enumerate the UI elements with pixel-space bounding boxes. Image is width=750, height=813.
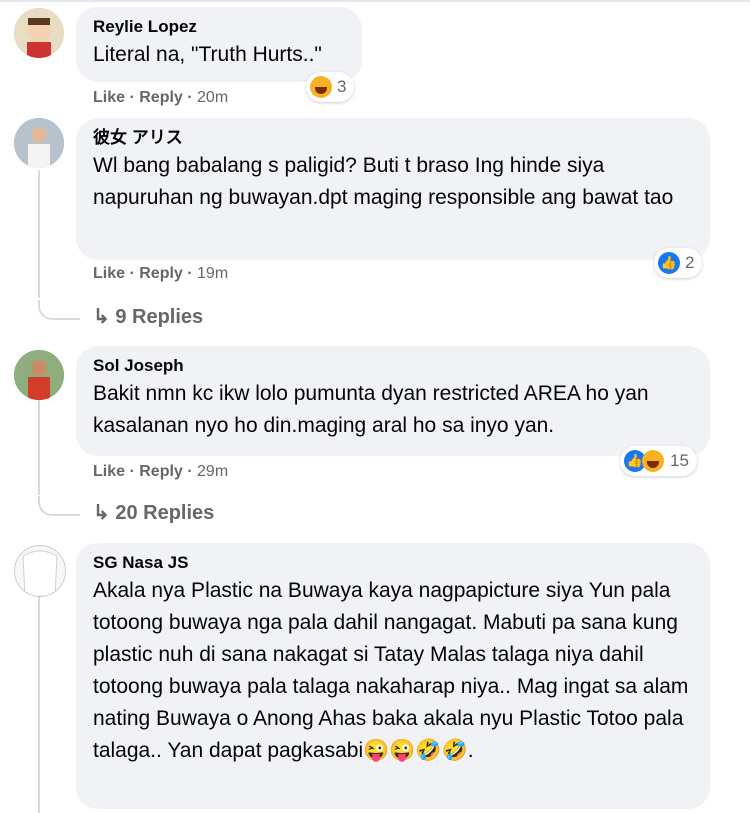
- view-replies-link[interactable]: ↳ 9 Replies: [93, 304, 203, 329]
- timestamp[interactable]: 20m: [197, 89, 228, 106]
- replies-label: 9 Replies: [115, 306, 204, 328]
- reaction-count: 15: [670, 451, 689, 470]
- like-link[interactable]: Like: [93, 89, 125, 106]
- comment-author[interactable]: Sol Joseph: [93, 356, 693, 376]
- haha-icon: [310, 76, 332, 98]
- haha-icon: [642, 450, 664, 472]
- reaction-count: 2: [685, 253, 695, 272]
- comment-bubble: 彼女 アリス Wl bang babalang s paligid? Buti …: [76, 118, 710, 260]
- view-replies-link[interactable]: ↳ 20 Replies: [93, 500, 214, 525]
- timestamp[interactable]: 19m: [197, 265, 228, 282]
- reply-link[interactable]: Reply: [139, 89, 183, 106]
- reaction-summary[interactable]: 3: [306, 72, 355, 102]
- reply-arrow-icon: ↳: [93, 306, 110, 328]
- like-link[interactable]: Like: [93, 463, 125, 480]
- avatar-default-icon: [15, 546, 65, 596]
- comment-bubble: Sol Joseph Bakit nmn kc ikw lolo pumunta…: [76, 346, 710, 456]
- reply-arrow-icon: ↳: [93, 502, 110, 524]
- avatar-photo-icon: [14, 118, 64, 168]
- avatar[interactable]: [14, 8, 64, 58]
- comment-bubble: Reylie Lopez Literal na, "Truth Hurts..": [76, 7, 362, 82]
- thread-line: [38, 596, 40, 813]
- avatar-photo-icon: [14, 350, 64, 400]
- thread-line: [38, 170, 40, 298]
- comment-author[interactable]: 彼女 アリス: [93, 128, 693, 148]
- comment-actions: Like · Reply · 19m: [93, 265, 229, 282]
- comment-actions: Like · Reply · 29m: [93, 463, 229, 480]
- thread-connector: [38, 496, 80, 516]
- comment-bubble: SG Nasa JS Akala nya Plastic na Buwaya k…: [76, 543, 710, 809]
- like-icon: 👍: [658, 252, 680, 274]
- reply-link[interactable]: Reply: [139, 463, 183, 480]
- reaction-count: 3: [337, 77, 347, 96]
- comment-text: Akala nya Plastic na Buwaya kaya nagpapi…: [93, 579, 689, 762]
- thread-connector: [38, 300, 80, 320]
- reply-link[interactable]: Reply: [139, 265, 183, 282]
- comment-author[interactable]: Reylie Lopez: [93, 17, 345, 37]
- comment-text: Wl bang babalang s paligid? Buti t braso…: [93, 154, 674, 209]
- comment-actions: Like · Reply · 20m: [93, 89, 229, 106]
- reaction-summary[interactable]: 👍 2: [654, 248, 703, 278]
- comment-text: Literal na, "Truth Hurts..": [93, 43, 322, 66]
- avatar[interactable]: [14, 350, 64, 400]
- timestamp[interactable]: 29m: [197, 463, 228, 480]
- like-link[interactable]: Like: [93, 265, 125, 282]
- comment-text: Bakit nmn kc ikw lolo pumunta dyan restr…: [93, 382, 649, 437]
- avatar[interactable]: [14, 545, 66, 597]
- reaction-summary[interactable]: 👍 15: [620, 446, 697, 476]
- avatar-cartoon-icon: [14, 8, 64, 58]
- replies-label: 20 Replies: [115, 502, 215, 524]
- thread-line: [38, 400, 40, 495]
- comment-author[interactable]: SG Nasa JS: [93, 553, 693, 573]
- avatar[interactable]: [14, 118, 64, 168]
